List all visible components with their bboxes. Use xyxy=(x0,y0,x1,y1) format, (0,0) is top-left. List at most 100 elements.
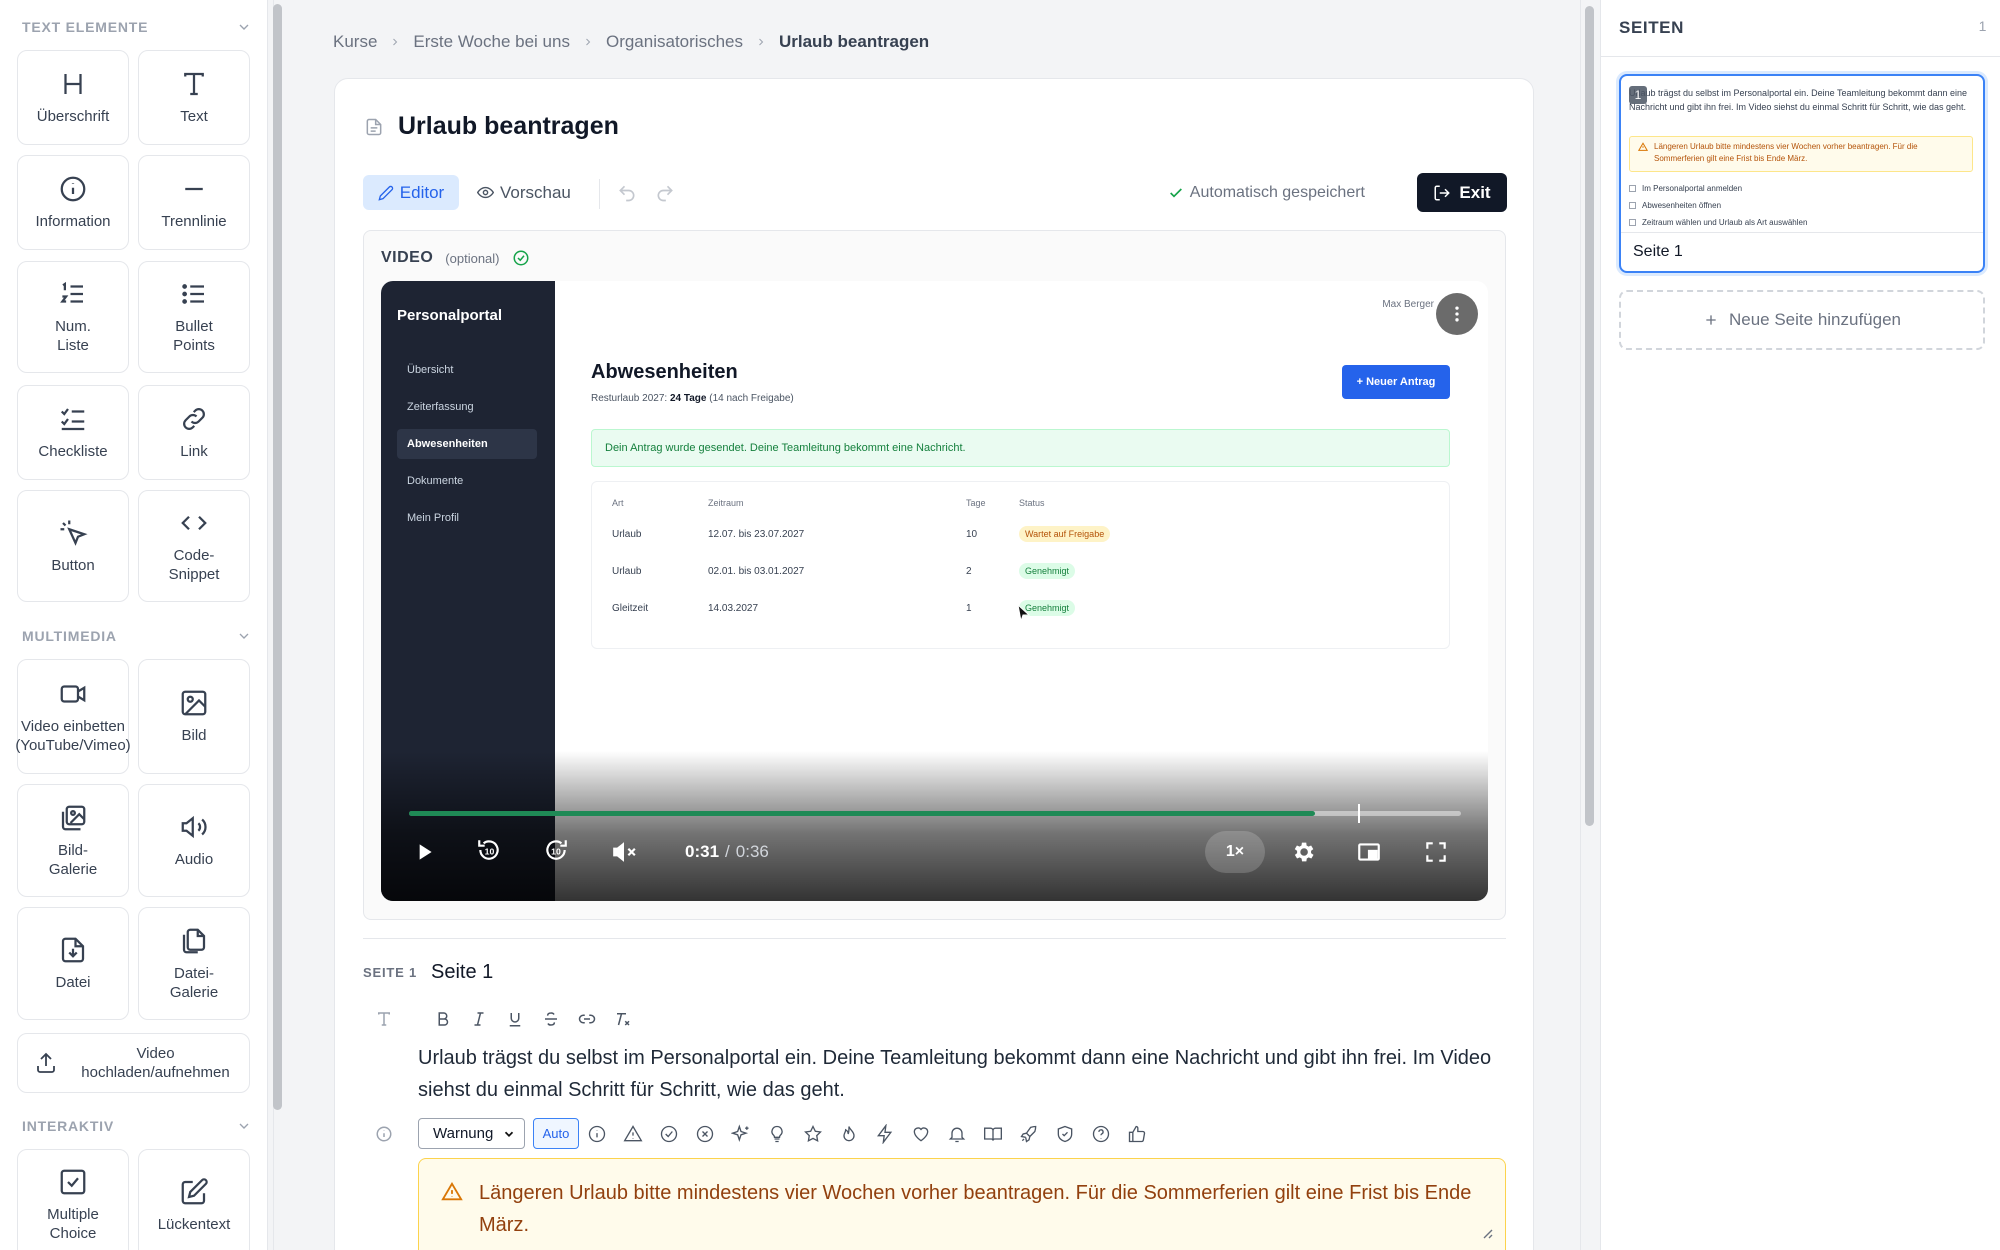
check-circle-icon xyxy=(513,250,528,266)
page-thumbnail-card[interactable]: Urlaub trägst du selbst im Personalporta… xyxy=(1619,74,1985,273)
italic-button[interactable] xyxy=(461,1007,497,1031)
tile-numbered-list[interactable]: Num. Liste xyxy=(17,261,129,373)
tile-file-gallery[interactable]: Datei- Galerie xyxy=(138,907,250,1020)
tile-text[interactable]: Text xyxy=(138,50,250,145)
thumb-warning-text: Längeren Urlaub bitte mindestens vier Wo… xyxy=(1654,142,1918,163)
video-progress-marker[interactable] xyxy=(1357,804,1360,823)
icon-option-check[interactable] xyxy=(651,1118,687,1149)
clear-format-button[interactable] xyxy=(605,1007,641,1031)
video-frame-th: Tage xyxy=(966,498,986,508)
breadcrumb-item[interactable]: Organisatorisches xyxy=(606,32,743,52)
mute-button[interactable] xyxy=(611,839,637,865)
icon-option-question[interactable] xyxy=(1083,1118,1119,1149)
video-progress-track[interactable] xyxy=(409,804,1461,823)
tile-audio[interactable]: Audio xyxy=(138,784,250,897)
icon-option-bell[interactable] xyxy=(939,1118,975,1149)
icon-option-info[interactable] xyxy=(579,1118,615,1149)
tile-button[interactable]: Button xyxy=(17,490,129,602)
pages-divider xyxy=(1601,56,2000,57)
section-header-interactive[interactable]: INTERAKTIV xyxy=(22,1114,252,1138)
tile-cloze-text[interactable]: Lückentext xyxy=(138,1149,250,1250)
page-text-editor[interactable]: Urlaub trägst du selbst im Personalporta… xyxy=(418,1042,1498,1106)
breadcrumb-item[interactable]: Erste Woche bei uns xyxy=(413,32,570,52)
editor-tab[interactable]: Editor xyxy=(363,175,459,210)
icon-option-heart[interactable] xyxy=(903,1118,939,1149)
tile-heading[interactable]: Überschrift xyxy=(17,50,129,145)
icon-option-lightning[interactable] xyxy=(867,1118,903,1149)
picture-in-picture-button[interactable] xyxy=(1356,839,1382,865)
callout-type-select[interactable]: Warnung xyxy=(418,1118,525,1149)
tile-checklist[interactable]: Checkliste xyxy=(17,385,129,480)
breadcrumb-item[interactable]: Kurse xyxy=(333,32,377,52)
tile-code-snippet[interactable]: Code- Snippet xyxy=(138,490,250,602)
strikethrough-button[interactable] xyxy=(533,1007,569,1031)
page-header: SEITE 1 Seite 1 xyxy=(363,961,493,984)
link-button[interactable] xyxy=(569,1007,605,1031)
video-frame-sub-prefix: Resturlaub 2027: xyxy=(591,393,668,404)
warning-icon xyxy=(623,1124,643,1141)
video-frame-nav-item: Dokumente xyxy=(407,475,464,487)
rewind-10-button[interactable]: 10 xyxy=(476,837,502,863)
tile-image-gallery[interactable]: Bild- Galerie xyxy=(17,784,129,897)
section-header-multimedia[interactable]: MULTIMEDIA xyxy=(22,624,252,648)
tile-information[interactable]: Information xyxy=(17,155,129,250)
video-frame-status-badge: Genehmigt xyxy=(1019,563,1076,579)
callout-text[interactable]: Längeren Urlaub bitte mindestens vier Wo… xyxy=(479,1177,1479,1241)
settings-button[interactable] xyxy=(1290,839,1316,865)
section-title: TEXT ELEMENTE xyxy=(22,19,149,35)
icon-option-flame[interactable] xyxy=(831,1118,867,1149)
icon-option-warning[interactable] xyxy=(615,1118,651,1149)
icon-option-lightbulb[interactable] xyxy=(759,1118,795,1149)
tile-image[interactable]: Bild xyxy=(138,659,250,774)
playback-speed-button[interactable]: 1× xyxy=(1205,831,1265,873)
video-menu-button[interactable] xyxy=(1436,293,1478,335)
icon-option-shield[interactable] xyxy=(1047,1118,1083,1149)
add-page-button[interactable]: Neue Seite hinzufügen xyxy=(1619,290,1985,350)
warning-callout[interactable]: Längeren Urlaub bitte mindestens vier Wo… xyxy=(418,1158,1506,1250)
heading-icon xyxy=(64,74,82,94)
main-scrollbar-thumb[interactable] xyxy=(1585,6,1594,826)
thumb-text: Urlaub trägst du selbst im Personalporta… xyxy=(1629,88,1968,112)
sidebar-scrollbar-thumb[interactable] xyxy=(273,4,282,1110)
tile-label: Bullet Points xyxy=(173,318,215,354)
bold-button[interactable] xyxy=(425,1007,461,1031)
section-header-text-elements[interactable]: TEXT ELEMENTE xyxy=(22,15,252,39)
exit-button[interactable]: Exit xyxy=(1417,173,1507,212)
format-toolbar xyxy=(425,1007,641,1031)
tile-link[interactable]: Link xyxy=(138,385,250,480)
tile-upload-video[interactable]: Video hochladen/aufnehmen xyxy=(17,1033,250,1093)
tile-file[interactable]: Datei xyxy=(17,907,129,1020)
link-icon xyxy=(183,408,205,430)
forward-10-button[interactable]: 10 xyxy=(543,837,569,863)
icon-option-sparkles[interactable] xyxy=(723,1118,759,1149)
icon-option-error[interactable] xyxy=(687,1118,723,1149)
redo-icon[interactable] xyxy=(655,183,675,203)
pages-panel: SEITEN 1 Urlaub trägst du selbst im Pers… xyxy=(1600,0,2000,1250)
fullscreen-button[interactable] xyxy=(1423,839,1449,865)
tile-label: Text xyxy=(180,108,208,125)
undo-icon[interactable] xyxy=(617,183,637,203)
element-sidebar: TEXT ELEMENTE Überschrift Text Informati… xyxy=(0,0,268,1250)
video-player[interactable]: Personalportal Übersicht Zeiterfassung A… xyxy=(381,281,1488,901)
auto-icon-button[interactable]: Auto xyxy=(533,1118,579,1149)
icon-option-rocket[interactable] xyxy=(1011,1118,1047,1149)
tile-embed-video[interactable]: Video einbetten (YouTube/Vimeo) xyxy=(15,659,131,774)
video-frame-td: 2 xyxy=(966,566,972,577)
icon-option-star[interactable] xyxy=(795,1118,831,1149)
tile-multiple-choice[interactable]: Multiple Choice xyxy=(17,1149,129,1250)
warning-icon xyxy=(1638,142,1648,151)
image-icon xyxy=(181,690,207,716)
icon-option-thumbs-up[interactable] xyxy=(1119,1118,1155,1149)
page-name[interactable]: Seite 1 xyxy=(431,961,493,984)
play-button[interactable] xyxy=(411,839,437,865)
preview-tab[interactable]: Vorschau xyxy=(477,175,583,210)
video-label-text: VIDEO xyxy=(381,249,434,266)
resize-grip-icon[interactable] xyxy=(1479,1225,1493,1239)
icon-option-book[interactable] xyxy=(975,1118,1011,1149)
tile-divider[interactable]: Trennlinie xyxy=(138,155,250,250)
tile-bullet-points[interactable]: Bullet Points xyxy=(138,261,250,373)
underline-button[interactable] xyxy=(497,1007,533,1031)
chevron-down-icon xyxy=(239,633,249,639)
tile-label: Bild xyxy=(181,727,207,744)
chevron-down-icon xyxy=(239,1123,249,1129)
